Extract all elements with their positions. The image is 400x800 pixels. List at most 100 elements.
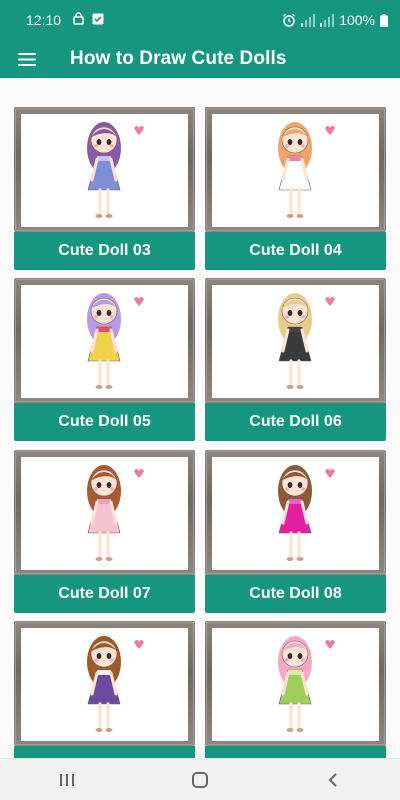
- doll-dress-trim: [288, 156, 302, 161]
- doll-eye: [297, 653, 303, 659]
- app-bar: How to Draw Cute Dolls: [0, 40, 400, 78]
- doll-label[interactable]: Cute Doll 03: [14, 232, 195, 270]
- heart-icon: [134, 640, 144, 649]
- doll-card[interactable]: [205, 621, 386, 758]
- doll-shoe: [105, 557, 113, 561]
- signal-icon: [320, 13, 335, 27]
- doll-label[interactable]: Cute Doll 05: [14, 403, 195, 441]
- back-icon[interactable]: [303, 763, 363, 797]
- doll-cheek: [110, 487, 114, 491]
- doll-grid: Cute Doll 03 Cute Doll 04 Cute Doll 05 C…: [0, 78, 400, 758]
- doll-shoe: [95, 214, 103, 218]
- picture-frame: [205, 621, 386, 746]
- picture-frame: [14, 621, 195, 746]
- heart-icon: [134, 297, 144, 306]
- doll-image: [21, 114, 188, 227]
- doll-eye: [287, 139, 293, 145]
- doll-image: [212, 285, 379, 398]
- doll-cheek: [301, 315, 305, 319]
- heart-icon: [325, 126, 335, 135]
- picture-frame: [205, 278, 386, 403]
- doll-eye: [297, 482, 303, 488]
- doll-shoe: [286, 214, 294, 218]
- doll-dress-trim: [97, 670, 111, 675]
- doll-cheek: [94, 487, 98, 491]
- heart-icon: [325, 469, 335, 478]
- doll-dress-trim: [97, 156, 111, 161]
- picture-frame: [205, 107, 386, 232]
- doll-eye: [297, 139, 303, 145]
- doll-cheek: [285, 144, 289, 148]
- heart-icon: [134, 469, 144, 478]
- doll-eye: [297, 310, 303, 316]
- doll-eye: [106, 653, 112, 659]
- heart-icon: [134, 126, 144, 135]
- doll-card[interactable]: [14, 621, 195, 758]
- doll-cheek: [110, 658, 114, 662]
- doll-card[interactable]: Cute Doll 04: [205, 107, 386, 270]
- doll-label[interactable]: [205, 746, 386, 758]
- alarm-icon: [282, 13, 296, 27]
- page-title: How to Draw Cute Dolls: [70, 48, 287, 69]
- doll-dress-trim: [288, 670, 302, 675]
- doll-eye: [287, 310, 293, 316]
- status-bar: 12:10 100%: [0, 0, 400, 40]
- recent-apps-icon[interactable]: [37, 763, 97, 797]
- doll-cheek: [94, 658, 98, 662]
- doll-card[interactable]: Cute Doll 08: [205, 450, 386, 613]
- doll-image: [212, 114, 379, 227]
- doll-cheek: [301, 144, 305, 148]
- picture-frame: [14, 107, 195, 232]
- doll-label[interactable]: [14, 746, 195, 758]
- doll-eye: [287, 653, 293, 659]
- doll-label[interactable]: Cute Doll 07: [14, 575, 195, 613]
- heart-icon: [325, 297, 335, 306]
- doll-eye: [106, 482, 112, 488]
- doll-image: [212, 457, 379, 570]
- doll-label[interactable]: Cute Doll 06: [205, 403, 386, 441]
- doll-shoe: [105, 214, 113, 218]
- doll-cheek: [285, 658, 289, 662]
- doll-image: [21, 457, 188, 570]
- doll-eye: [96, 139, 102, 145]
- doll-image: [21, 285, 188, 398]
- doll-dress-trim: [288, 327, 302, 332]
- picture-frame: [14, 278, 195, 403]
- doll-card[interactable]: Cute Doll 07: [14, 450, 195, 613]
- doll-image: [212, 628, 379, 741]
- doll-label[interactable]: Cute Doll 08: [205, 575, 386, 613]
- picture-frame: [205, 450, 386, 575]
- doll-dress-trim: [97, 327, 111, 332]
- doll-eye: [96, 310, 102, 316]
- doll-cheek: [285, 487, 289, 491]
- doll-shoe: [95, 728, 103, 732]
- doll-card[interactable]: Cute Doll 06: [205, 278, 386, 441]
- doll-card[interactable]: Cute Doll 05: [14, 278, 195, 441]
- battery-text: 100%: [339, 12, 375, 28]
- doll-shoe: [286, 557, 294, 561]
- doll-shoe: [95, 385, 103, 389]
- doll-shoe: [105, 385, 113, 389]
- doll-cheek: [110, 144, 114, 148]
- doll-shoe: [296, 728, 304, 732]
- doll-shoe: [296, 214, 304, 218]
- doll-card[interactable]: Cute Doll 03: [14, 107, 195, 270]
- doll-dress-trim: [288, 499, 302, 504]
- doll-eye: [96, 482, 102, 488]
- doll-cheek: [301, 658, 305, 662]
- status-time: 12:10: [26, 12, 62, 28]
- signal-icon: [301, 13, 316, 27]
- doll-shoe: [286, 385, 294, 389]
- doll-image: [21, 628, 188, 741]
- doll-eye: [96, 653, 102, 659]
- doll-label[interactable]: Cute Doll 04: [205, 232, 386, 270]
- heart-icon: [325, 640, 335, 649]
- doll-cheek: [285, 315, 289, 319]
- doll-cheek: [301, 487, 305, 491]
- doll-cheek: [110, 315, 114, 319]
- doll-shoe: [296, 385, 304, 389]
- hamburger-menu-icon[interactable]: [14, 45, 42, 73]
- doll-eye: [106, 310, 112, 316]
- home-icon[interactable]: [170, 763, 230, 797]
- doll-eye: [287, 482, 293, 488]
